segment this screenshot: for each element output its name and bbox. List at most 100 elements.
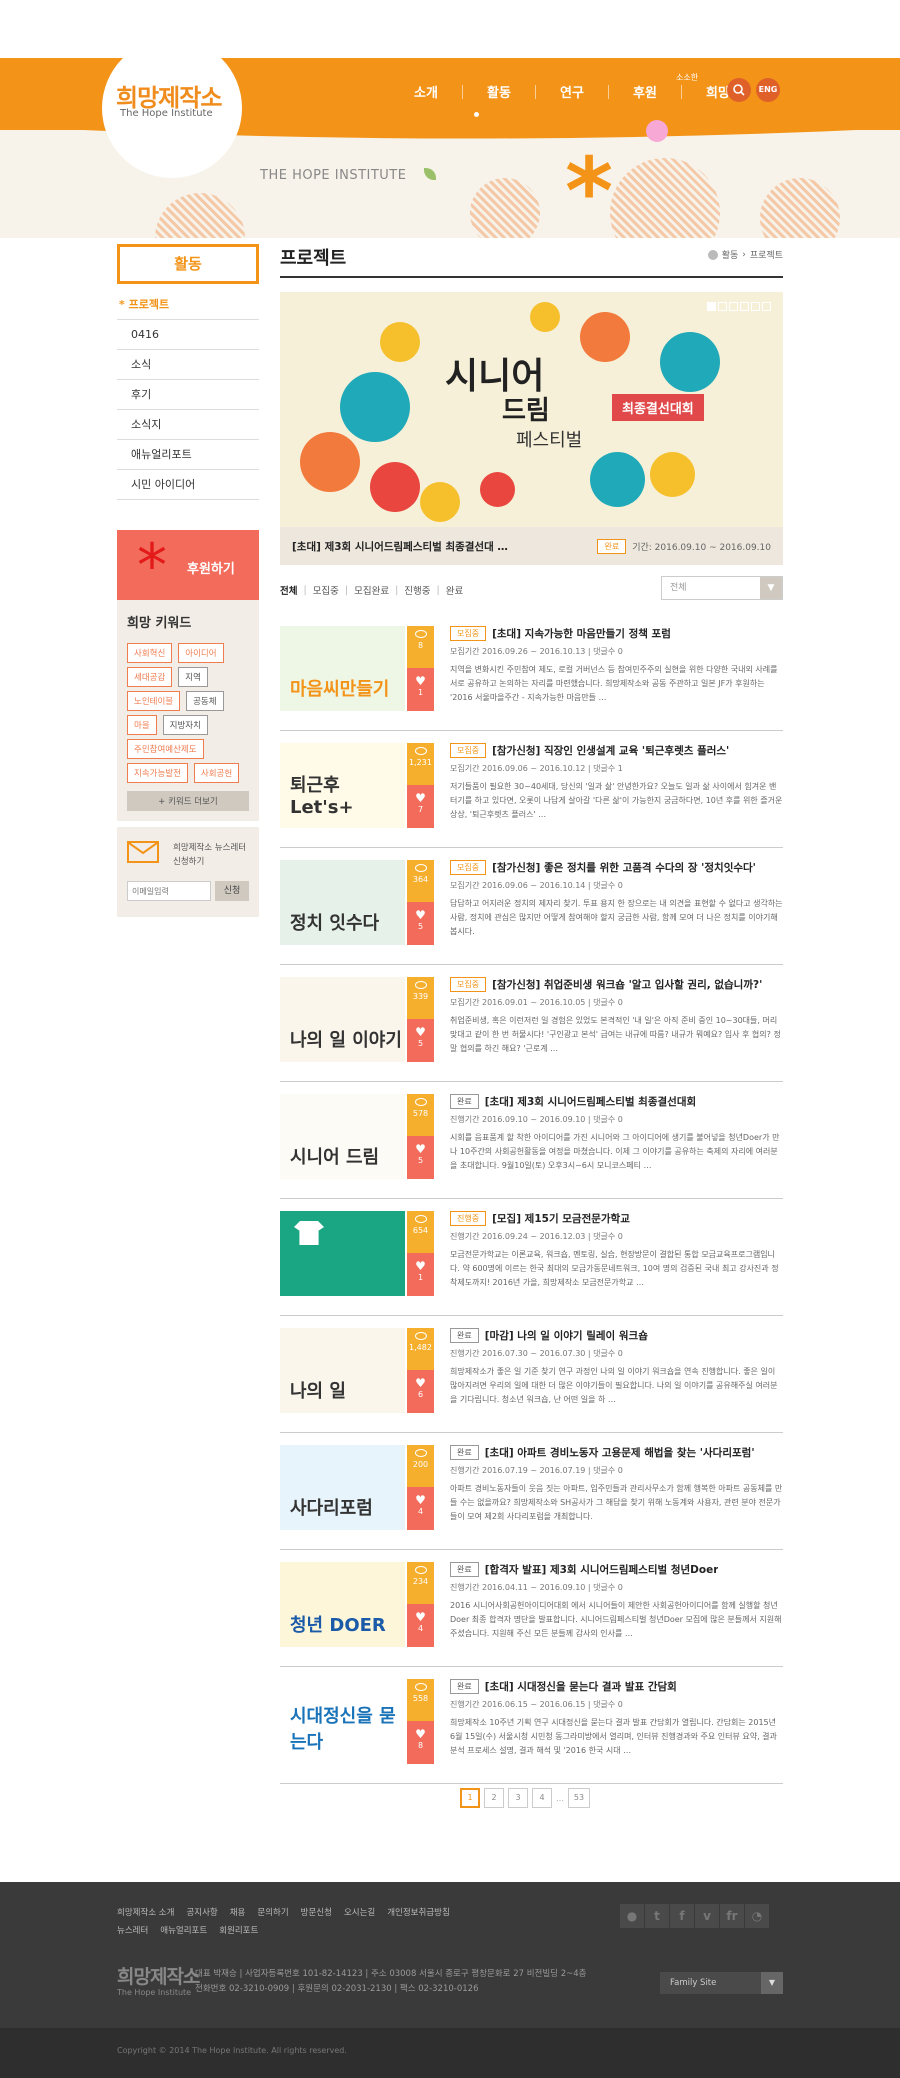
talk-icon[interactable]: ● bbox=[620, 1904, 644, 1928]
post-thumbnail[interactable]: 시대정신을 묻는다 bbox=[280, 1679, 405, 1764]
slider-dot[interactable] bbox=[740, 302, 749, 311]
post-thumbnail[interactable]: 나의 일 이야기 bbox=[280, 977, 405, 1062]
keyword-tag[interactable]: 지역 bbox=[178, 667, 208, 687]
footer-link[interactable]: 뉴스레터 bbox=[117, 1924, 148, 1936]
list-item[interactable]: 정치 잇수다 364 ♥ 5 모집중 [참가신청] 좋은 정치를 위한 고품격 … bbox=[280, 848, 783, 965]
slider-dot[interactable] bbox=[751, 302, 760, 311]
post-thumbnail[interactable]: 마음씨만들기 bbox=[280, 626, 405, 711]
sidebar-item-annual-report[interactable]: 애뉴얼리포트 bbox=[117, 440, 259, 470]
sidebar-item-citizen-idea[interactable]: 시민 아이디어 bbox=[117, 470, 259, 500]
list-item[interactable]: 사다리포럼 200 ♥ 4 완료 [초대] 아파트 경비노동자 고용문제 해법을… bbox=[280, 1433, 783, 1550]
more-keywords-button[interactable]: + 키워드 더보기 bbox=[127, 791, 249, 811]
post-thumbnail[interactable]: 시니어 드림 bbox=[280, 1094, 405, 1179]
list-item[interactable]: 청년 DOER 234 ♥ 4 완료 [합격자 발표] 제3회 시니어드림페스티… bbox=[280, 1550, 783, 1667]
likes-box[interactable]: ♥ 1 bbox=[407, 668, 434, 711]
vimeo-icon[interactable]: v bbox=[695, 1904, 719, 1928]
email-field[interactable] bbox=[127, 881, 211, 901]
filter-done[interactable]: 완료 bbox=[446, 583, 463, 597]
footer-link[interactable]: 문의하기 bbox=[257, 1906, 288, 1918]
page-button[interactable]: 3 bbox=[508, 1788, 528, 1808]
list-item[interactable]: 마음씨만들기 8 ♥ 1 모집중 [초대] 지속가능한 마음만들기 정책 포럼 … bbox=[280, 614, 783, 731]
filter-in-progress[interactable]: 진행중 bbox=[404, 583, 430, 597]
filter-all[interactable]: 전체 bbox=[280, 583, 297, 597]
likes-box[interactable]: ♥ 8 bbox=[407, 1721, 434, 1764]
list-item[interactable]: 654 ♥ 1 진행중 [모집] 제15기 모금전문가학교 진행기간 2016.… bbox=[280, 1199, 783, 1316]
post-title[interactable]: [참가신청] 취업준비생 워크숍 '알고 입사할 권리, 없습니까?' bbox=[492, 977, 762, 992]
sidebar-item-review[interactable]: 후기 bbox=[117, 380, 259, 410]
keyword-tag[interactable]: 사회혁신 bbox=[127, 643, 173, 663]
sidebar-item-newsletter[interactable]: 소식지 bbox=[117, 410, 259, 440]
post-thumbnail[interactable]: 퇴근후 Let's+ bbox=[280, 743, 405, 828]
list-item[interactable]: 퇴근후 Let's+ 1,231 ♥ 7 모집중 [참가신청] 직장인 인생설계… bbox=[280, 731, 783, 848]
nav-activity[interactable]: 활동 bbox=[463, 82, 535, 101]
keyword-tag[interactable]: 공동체 bbox=[186, 691, 224, 711]
post-title[interactable]: [마감] 나의 일 이야기 릴레이 워크숍 bbox=[485, 1328, 648, 1343]
filter-recruit-done[interactable]: 모집완료 bbox=[354, 583, 389, 597]
keyword-tag[interactable]: 마을 bbox=[127, 715, 157, 735]
likes-box[interactable]: ♥ 7 bbox=[407, 785, 434, 828]
subscribe-button[interactable]: 신청 bbox=[215, 881, 249, 901]
list-item[interactable]: 나의 일 이야기 339 ♥ 5 모집중 [참가신청] 취업준비생 워크숍 '알… bbox=[280, 965, 783, 1082]
nav-about[interactable]: 소개 bbox=[390, 82, 462, 101]
footer-link[interactable]: 공지사항 bbox=[186, 1906, 217, 1918]
breadcrumb-item[interactable]: 활동 bbox=[722, 248, 739, 261]
list-item[interactable]: 시니어 드림 578 ♥ 5 완료 [초대] 제3회 시니어드림페스티벌 최종결… bbox=[280, 1082, 783, 1199]
slider-dot[interactable] bbox=[762, 302, 771, 311]
keyword-tag[interactable]: 지방자치 bbox=[162, 715, 208, 735]
likes-box[interactable]: ♥ 1 bbox=[407, 1253, 434, 1296]
list-item[interactable]: 시대정신을 묻는다 558 ♥ 8 완료 [초대] 시대정신을 묻는다 결과 발… bbox=[280, 1667, 783, 1784]
twitter-icon[interactable]: t bbox=[645, 1904, 669, 1928]
lang-button[interactable]: ENG bbox=[756, 78, 780, 102]
keyword-tag[interactable]: 노인테이블 bbox=[127, 691, 181, 711]
support-button[interactable]: * 후원하기 bbox=[117, 530, 259, 600]
keyword-tag[interactable]: 주민참여예산제도 bbox=[127, 739, 204, 759]
keyword-tag[interactable]: 세대공감 bbox=[127, 667, 173, 687]
slider-dot[interactable] bbox=[707, 302, 716, 311]
filter-select[interactable]: 전체 ▼ bbox=[661, 576, 783, 600]
likes-box[interactable]: ♥ 4 bbox=[407, 1604, 434, 1647]
flickr-icon[interactable]: fr bbox=[720, 1904, 744, 1928]
rss-icon[interactable]: ◔ bbox=[745, 1904, 769, 1928]
likes-box[interactable]: ♥ 5 bbox=[407, 902, 434, 945]
search-icon[interactable] bbox=[727, 78, 751, 102]
footer-link[interactable]: 애뉴얼리포트 bbox=[160, 1924, 207, 1936]
likes-box[interactable]: ♥ 5 bbox=[407, 1136, 434, 1179]
post-thumbnail[interactable]: 사다리포럼 bbox=[280, 1445, 405, 1530]
post-title[interactable]: [참가신청] 직장인 인생설계 교육 '퇴근후렛츠 플러스' bbox=[492, 743, 729, 758]
family-site-select[interactable]: Family Site ▼ bbox=[660, 1972, 783, 1994]
post-thumbnail[interactable]: 청년 DOER bbox=[280, 1562, 405, 1647]
footer-link[interactable]: 오시는길 bbox=[344, 1906, 375, 1918]
post-title[interactable]: [초대] 시대정신을 묻는다 결과 발표 간담회 bbox=[485, 1679, 677, 1694]
post-title[interactable]: [모집] 제15기 모금전문가학교 bbox=[492, 1211, 630, 1226]
filter-recruiting[interactable]: 모집중 bbox=[313, 583, 339, 597]
footer-link[interactable]: 방문신청 bbox=[301, 1906, 332, 1918]
post-title[interactable]: [초대] 제3회 시니어드림페스티벌 최종결선대회 bbox=[485, 1094, 696, 1109]
post-thumbnail[interactable]: 나의 일 bbox=[280, 1328, 405, 1413]
facebook-icon[interactable]: f bbox=[670, 1904, 694, 1928]
list-item[interactable]: 나의 일 1,482 ♥ 6 완료 [마감] 나의 일 이야기 릴레이 워크숍 … bbox=[280, 1316, 783, 1433]
slider-dot[interactable] bbox=[718, 302, 727, 311]
featured-slider[interactable]: 시니어 드림 페스티벌 최종결선대회 bbox=[280, 292, 783, 527]
likes-box[interactable]: ♥ 4 bbox=[407, 1487, 434, 1530]
likes-box[interactable]: ♥ 5 bbox=[407, 1019, 434, 1062]
sidebar-item-0416[interactable]: 0416 bbox=[117, 320, 259, 350]
slider-dot[interactable] bbox=[729, 302, 738, 311]
page-button-last[interactable]: 53 bbox=[568, 1788, 590, 1808]
post-thumbnail[interactable]: 정치 잇수다 bbox=[280, 860, 405, 945]
nav-support[interactable]: 후원 bbox=[609, 82, 681, 101]
nav-research[interactable]: 연구 bbox=[536, 82, 608, 101]
footer-link[interactable]: 희망제작소 소개 bbox=[117, 1906, 174, 1918]
footer-link[interactable]: 채용 bbox=[230, 1906, 246, 1918]
post-title[interactable]: [참가신청] 좋은 정치를 위한 고품격 수다의 장 '정치잇수다' bbox=[492, 860, 756, 875]
page-button[interactable]: 4 bbox=[532, 1788, 552, 1808]
sidebar-item-news[interactable]: 소식 bbox=[117, 350, 259, 380]
post-title[interactable]: [초대] 지속가능한 마음만들기 정책 포럼 bbox=[492, 626, 671, 641]
keyword-tag[interactable]: 아이디어 bbox=[178, 643, 224, 663]
footer-link[interactable]: 개인정보취급방침 bbox=[387, 1906, 450, 1918]
keyword-tag[interactable]: 지속가능발전 bbox=[127, 763, 188, 783]
post-title[interactable]: [합격자 발표] 제3회 시니어드림페스티벌 청년Doer bbox=[485, 1562, 719, 1577]
footer-link[interactable]: 회원리포트 bbox=[219, 1924, 258, 1936]
page-button[interactable]: 1 bbox=[460, 1788, 480, 1808]
slide-caption-title[interactable]: [초대] 제3회 시니어드림페스티벌 최종결선대 … bbox=[292, 539, 597, 554]
keyword-tag[interactable]: 사회공헌 bbox=[193, 763, 240, 783]
